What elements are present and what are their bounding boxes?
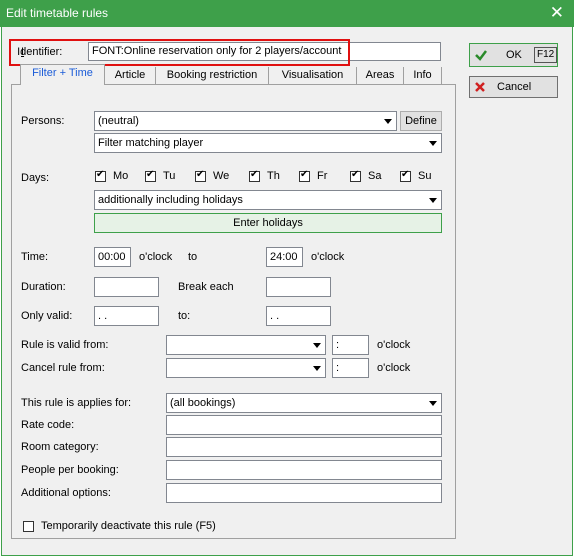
day-mo-label: Mo bbox=[113, 170, 129, 182]
day-tu-checkbox[interactable] bbox=[145, 169, 156, 182]
person-filter-value: Filter matching player bbox=[98, 137, 204, 149]
chevron-down-icon bbox=[381, 113, 395, 129]
tab-filter-time[interactable]: Filter + Time bbox=[20, 64, 105, 85]
chevron-down-icon bbox=[310, 337, 324, 353]
break-each-label: Break each bbox=[178, 281, 234, 293]
only-valid-to-input[interactable]: . . bbox=[266, 306, 331, 326]
room-category-input[interactable] bbox=[166, 437, 442, 457]
chevron-down-icon bbox=[426, 192, 440, 208]
day-sa-checkbox[interactable] bbox=[350, 169, 361, 182]
tab-areas[interactable]: Areas bbox=[357, 67, 404, 84]
checkmark-icon bbox=[475, 50, 487, 61]
time-to-input[interactable]: 24:00 bbox=[266, 247, 303, 267]
tab-info[interactable]: Info bbox=[404, 67, 442, 84]
only-valid-label: Only valid: bbox=[21, 310, 73, 322]
room-category-label: Room category: bbox=[21, 441, 99, 453]
person-filter-select[interactable]: Filter matching player bbox=[94, 133, 442, 153]
cancel-button[interactable]: Cancel bbox=[469, 76, 558, 98]
time-to-label: to bbox=[188, 251, 198, 263]
define-button[interactable]: Define bbox=[400, 111, 442, 131]
cancel-rule-from-label: Cancel rule from: bbox=[21, 362, 105, 374]
cancel-rule-from-time-input[interactable]: : bbox=[332, 358, 369, 378]
time-label: Time: bbox=[21, 251, 49, 263]
close-icon[interactable]: ✕ bbox=[550, 3, 564, 23]
applies-for-label: This rule is applies for: bbox=[21, 397, 132, 409]
time-oclock-label: o'clock bbox=[139, 251, 173, 263]
chevron-down-icon bbox=[426, 395, 440, 411]
duration-input[interactable] bbox=[94, 277, 159, 297]
rule-valid-from-date-select[interactable] bbox=[166, 335, 326, 355]
day-fr-checkbox[interactable] bbox=[299, 169, 310, 182]
tab-article[interactable]: Article bbox=[105, 67, 156, 84]
rule-valid-from-oclock-label: o'clock bbox=[377, 339, 411, 351]
cancel-label: Cancel bbox=[497, 81, 532, 93]
tab-visualisation[interactable]: Visualisation bbox=[269, 67, 357, 84]
identifier-highlight bbox=[9, 39, 350, 66]
tab-booking-restriction[interactable]: Booking restriction bbox=[156, 67, 269, 84]
cancel-rule-from-oclock-label: o'clock bbox=[377, 362, 411, 374]
time-from-input[interactable]: 00:00 bbox=[94, 247, 131, 267]
dialog-client: IIdentifier: FONT:Online reservation onl… bbox=[1, 27, 573, 556]
only-valid-to-label: to: bbox=[178, 310, 191, 322]
rule-valid-from-time-input[interactable]: : bbox=[332, 335, 369, 355]
day-th-checkbox[interactable] bbox=[249, 169, 260, 182]
holiday-mode-value: additionally including holidays bbox=[98, 194, 243, 206]
day-we-checkbox[interactable] bbox=[195, 169, 206, 182]
break-each-input[interactable] bbox=[266, 277, 331, 297]
ok-shortcut-badge: F12 bbox=[534, 47, 558, 63]
window-title: Edit timetable rules bbox=[6, 6, 109, 20]
day-sa-label: Sa bbox=[368, 170, 382, 182]
applies-for-select[interactable]: (all bookings) bbox=[166, 393, 442, 413]
days-label: Days: bbox=[21, 172, 50, 184]
persons-select[interactable]: (neutral) bbox=[94, 111, 397, 131]
day-su-checkbox[interactable] bbox=[400, 169, 411, 182]
chevron-down-icon bbox=[310, 360, 324, 376]
people-per-booking-input[interactable] bbox=[166, 460, 442, 480]
additional-options-input[interactable] bbox=[166, 483, 442, 503]
ok-label: OK bbox=[506, 49, 522, 61]
enter-holidays-button[interactable]: Enter holidays bbox=[94, 213, 442, 233]
title-bar: Edit timetable rules ✕ bbox=[0, 0, 574, 27]
people-per-booking-label: People per booking: bbox=[21, 464, 119, 476]
cancel-rule-from-date-select[interactable] bbox=[166, 358, 326, 378]
day-tu-label: Tu bbox=[163, 170, 176, 182]
day-th-label: Th bbox=[267, 170, 280, 182]
holiday-mode-select[interactable]: additionally including holidays bbox=[94, 190, 442, 210]
duration-label: Duration: bbox=[21, 281, 66, 293]
day-fr-label: Fr bbox=[317, 170, 328, 182]
time-to-oclock-label: o'clock bbox=[311, 251, 345, 263]
day-we-label: We bbox=[213, 170, 230, 182]
rate-code-label: Rate code: bbox=[21, 419, 75, 431]
ok-button[interactable]: OK F12 bbox=[469, 43, 558, 67]
cross-icon bbox=[475, 82, 485, 92]
chevron-down-icon bbox=[426, 135, 440, 151]
day-mo-checkbox[interactable] bbox=[95, 169, 106, 182]
persons-value: (neutral) bbox=[98, 115, 139, 127]
additional-options-label: Additional options: bbox=[21, 487, 111, 499]
day-su-label: Su bbox=[418, 170, 432, 182]
only-valid-from-input[interactable]: . . bbox=[94, 306, 159, 326]
rate-code-input[interactable] bbox=[166, 415, 442, 435]
persons-label: Persons: bbox=[21, 115, 65, 127]
deactivate-label: Temporarily deactivate this rule (F5) bbox=[41, 520, 216, 532]
applies-for-value: (all bookings) bbox=[170, 397, 236, 409]
rule-valid-from-label: Rule is valid from: bbox=[21, 339, 109, 351]
deactivate-checkbox[interactable] bbox=[23, 521, 34, 532]
